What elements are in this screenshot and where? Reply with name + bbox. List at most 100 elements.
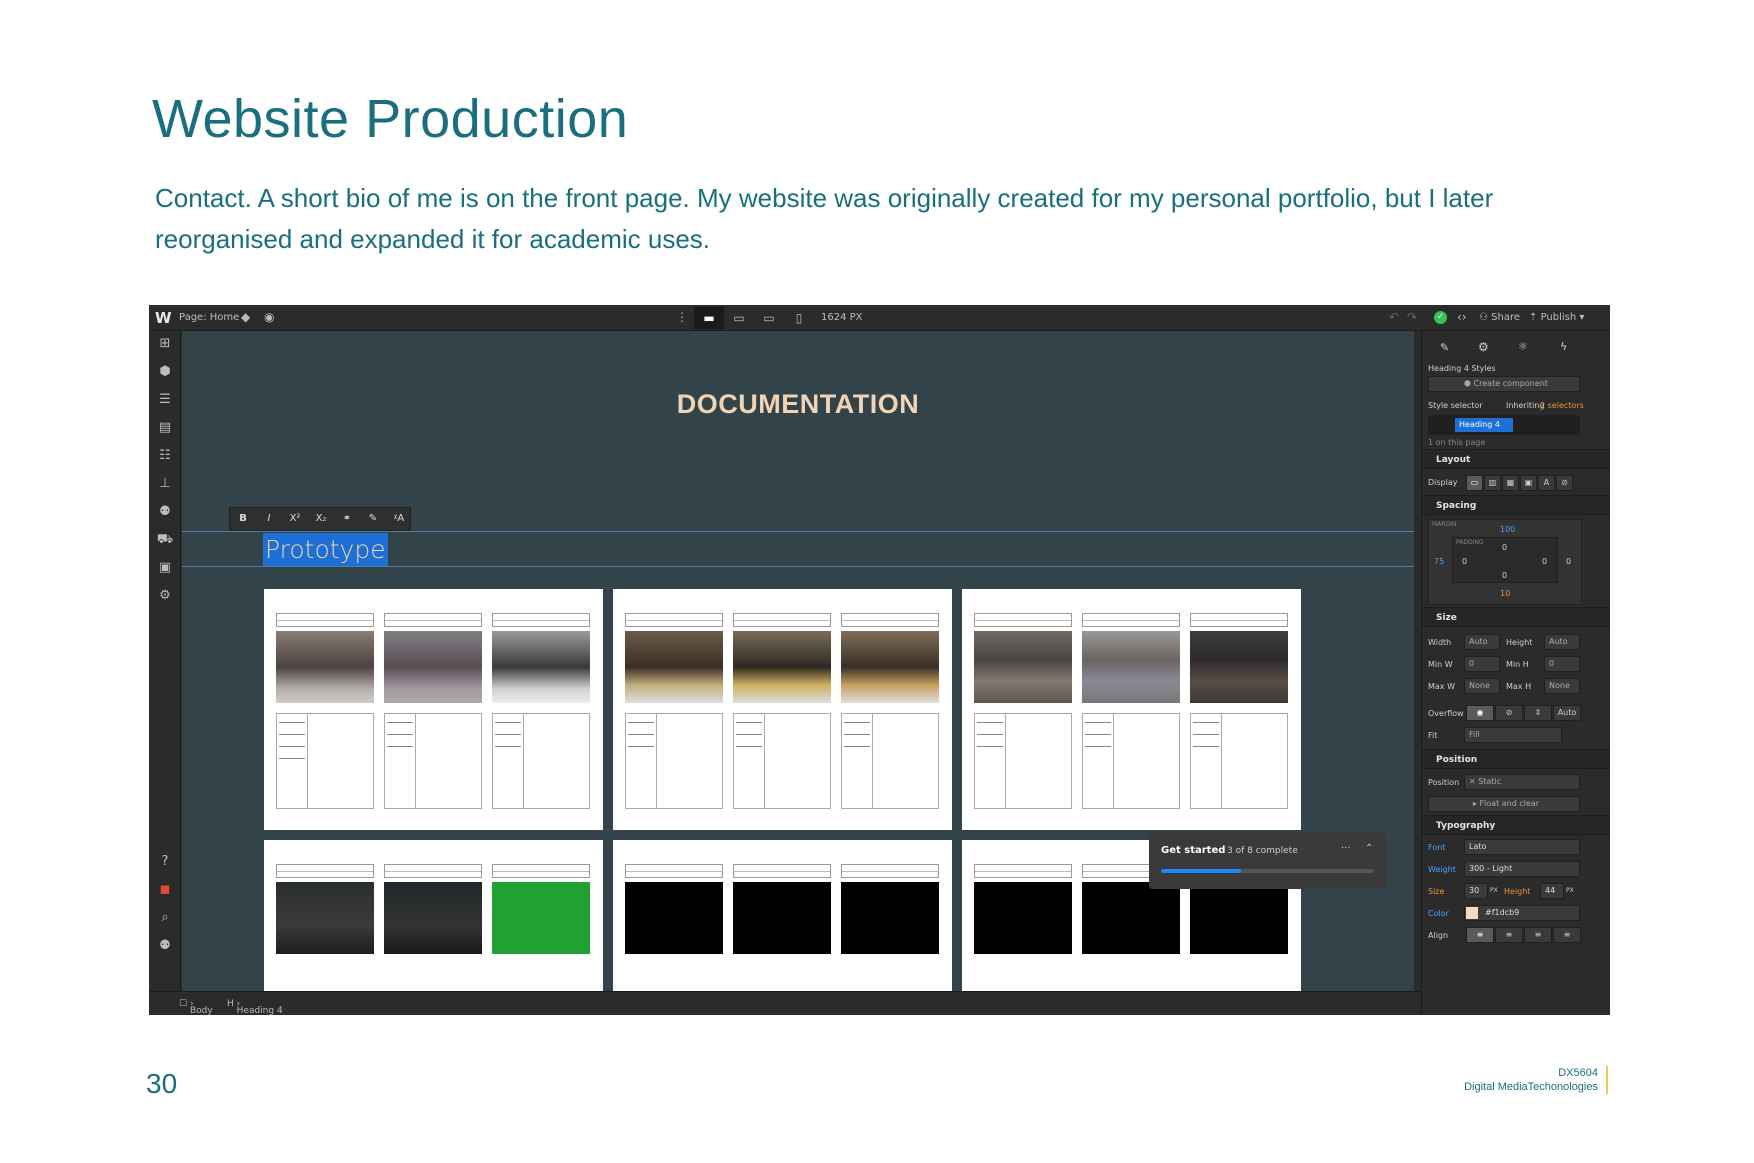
mobile-viewport-icon[interactable]: ▯ [784,307,814,329]
more-dots-icon[interactable]: ⋮ [676,310,688,324]
selected-heading-4[interactable]: Prototype [263,533,388,566]
assets-icon[interactable]: ▣ [156,559,174,577]
create-component-button[interactable]: ⬢ Create component [1428,376,1580,392]
subscript-button[interactable]: X₂ [308,508,334,530]
publish-button[interactable]: ⇡ Publish ▾ [1529,312,1584,323]
line-height-unit[interactable]: PX [1566,887,1574,894]
align-right-icon[interactable]: ≡ [1524,927,1552,943]
display-flex-icon[interactable]: ▥ [1484,475,1501,491]
font-size-input[interactable]: 30 [1464,883,1488,899]
fit-select[interactable]: Fill [1464,727,1562,743]
padding-right-value[interactable]: 0 [1542,557,1547,566]
breadcrumb-body[interactable]: ☐ Body › [179,999,213,1015]
toast-more-icon[interactable]: ··· [1341,843,1351,854]
overflow-auto-button[interactable]: Auto [1553,705,1581,721]
italic-button[interactable]: I [256,508,282,530]
storyboard-card[interactable] [264,589,603,830]
color-swatch[interactable] [1466,907,1478,919]
display-inline-block-icon[interactable]: ▣ [1520,475,1537,491]
brush-icon[interactable]: ✎ [360,508,386,530]
settings-tab-gear-icon[interactable]: ⚙ [1478,340,1489,354]
color-input[interactable]: #f1dcb9 [1464,905,1580,921]
float-and-clear-toggle[interactable]: ▸ Float and clear [1428,796,1580,812]
redo-icon[interactable]: ↷ [1407,310,1417,324]
share-button[interactable]: ⚇ Share [1479,312,1520,323]
width-input[interactable]: Auto [1464,634,1500,650]
viewport-width[interactable]: 1624 PX [821,312,863,323]
bold-button[interactable]: B [230,508,256,530]
weight-select[interactable]: 300 - Light [1464,861,1580,877]
tablet-viewport-icon[interactable]: ▭ [724,307,754,329]
link-icon[interactable]: ⚭ [334,508,360,530]
breadcrumb-heading[interactable]: H Heading 4 › [227,999,283,1015]
inheriting-count-link[interactable]: 2 selectors [1540,401,1584,410]
ecommerce-icon[interactable]: ⛟ [156,531,174,549]
record-icon[interactable]: ◼ [156,881,174,899]
size-section-header[interactable]: Size [1422,607,1610,627]
apps-icon[interactable]: ⚉ [156,937,174,955]
min-h-input[interactable]: 0 [1544,656,1580,672]
storyboard-card[interactable] [613,589,952,830]
add-element-icon[interactable]: ⊞ [156,335,174,353]
selector-chip[interactable]: Heading 4 [1454,417,1514,433]
settings-icon[interactable]: ⚙ [156,587,174,605]
comment-icon[interactable]: ◆ [241,310,250,324]
typography-section-header[interactable]: Typography [1422,815,1610,835]
display-block-icon[interactable]: ▭ [1466,475,1483,491]
page-selector[interactable]: Page: Home [179,312,239,323]
superscript-button[interactable]: X² [282,508,308,530]
display-grid-icon[interactable]: ▦ [1502,475,1519,491]
font-select[interactable]: Lato [1464,839,1580,855]
overflow-visible-icon[interactable]: ◉ [1466,705,1494,721]
storyboard-card[interactable] [613,840,952,991]
search-icon[interactable]: ⌕ [156,909,174,927]
lightning-icon[interactable]: ϟ [1560,340,1567,353]
navigator-icon[interactable]: ☰ [156,391,174,409]
position-select[interactable]: ✕ Static [1464,774,1580,790]
padding-bottom-value[interactable]: 0 [1502,571,1507,580]
display-none-icon[interactable]: ⊘ [1556,475,1573,491]
margin-top-value[interactable]: 100 [1500,525,1515,534]
sitemap-icon[interactable]: ⊥ [156,475,174,493]
undo-icon[interactable]: ↶ [1389,310,1399,324]
toast-collapse-icon[interactable]: ⌃ [1365,843,1373,854]
clear-format-icon[interactable]: ᵡA [386,508,412,530]
landscape-viewport-icon[interactable]: ▭ [754,307,784,329]
overflow-hidden-icon[interactable]: ⊘ [1495,705,1523,721]
layout-section-header[interactable]: Layout [1422,449,1610,469]
help-icon[interactable]: ? [156,853,174,871]
preview-eye-icon[interactable]: ◉ [264,310,274,324]
padding-top-value[interactable]: 0 [1502,543,1507,552]
display-inline-icon[interactable]: A [1538,475,1555,491]
font-size-unit[interactable]: PX [1490,887,1498,894]
align-justify-icon[interactable]: ≡ [1553,927,1581,943]
desktop-viewport-icon[interactable]: ▬ [694,307,724,329]
height-input[interactable]: Auto [1544,634,1580,650]
cms-icon[interactable]: ☷ [156,447,174,465]
components-icon[interactable]: ⬢ [156,363,174,381]
margin-bottom-value[interactable]: 10 [1500,589,1510,598]
max-w-input[interactable]: None [1464,678,1500,694]
code-icon[interactable]: ‹› [1457,310,1467,324]
get-started-toast[interactable]: Get started 3 of 8 complete ··· ⌃ [1149,833,1386,889]
design-canvas[interactable]: DOCUMENTATION B I X² X₂ ⚭ ✎ ᵡA Prototype [182,331,1414,991]
pages-icon[interactable]: ▤ [156,419,174,437]
min-w-input[interactable]: 0 [1464,656,1500,672]
align-left-icon[interactable]: ≡ [1466,927,1494,943]
webflow-logo[interactable]: W [155,309,172,327]
canvas-scrollbar[interactable] [1414,331,1421,991]
line-height-input[interactable]: 44 [1540,883,1564,899]
position-section-header[interactable]: Position [1422,749,1610,769]
margin-right-value[interactable]: 0 [1566,557,1571,566]
interactions-tab-icon[interactable]: ⚛ [1518,340,1528,353]
storyboard-card[interactable] [264,840,603,991]
max-h-input[interactable]: None [1544,678,1580,694]
margin-left-value[interactable]: 75 [1434,557,1444,566]
storyboard-card[interactable] [962,589,1301,830]
documentation-heading[interactable]: DOCUMENTATION [182,389,1414,420]
spacing-section-header[interactable]: Spacing [1422,495,1610,515]
style-tab-brush-icon[interactable]: ✎ [1440,341,1449,354]
align-center-icon[interactable]: ≡ [1495,927,1523,943]
users-icon[interactable]: ⚉ [156,503,174,521]
padding-left-value[interactable]: 0 [1462,557,1467,566]
